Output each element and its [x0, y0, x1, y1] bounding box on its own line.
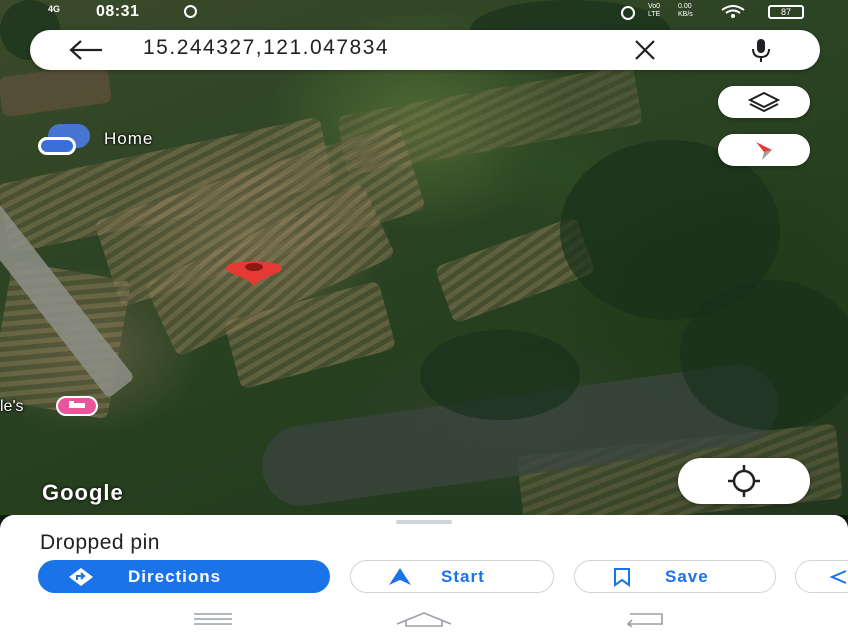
rice-field [337, 64, 643, 176]
crosshair-icon [728, 465, 760, 497]
directions-button[interactable]: Directions [38, 560, 330, 593]
save-button[interactable]: Save [574, 560, 776, 593]
current-location-dot [38, 137, 76, 155]
poi-label[interactable]: le's [0, 398, 24, 416]
compass-icon [756, 142, 772, 160]
system-nav-bar [0, 611, 848, 634]
dropped-pin-marker[interactable] [222, 256, 286, 288]
home-nav-icon[interactable] [394, 611, 454, 627]
forest [680, 280, 848, 430]
search-bar[interactable]: 15.244327,121.047834 [30, 30, 820, 70]
search-query[interactable]: 15.244327,121.047834 [143, 36, 389, 60]
share-icon [829, 570, 847, 584]
directions-icon [69, 568, 93, 586]
satellite-map[interactable]: Home le's Google [0, 0, 848, 515]
battery-level: 87 [780, 7, 791, 17]
place-title: Dropped pin [40, 531, 160, 554]
network-speed: 0.00 KB/s [678, 3, 693, 18]
google-logo: Google [42, 480, 124, 505]
status-bar: 4G 08:31 Vo0 LTE 0.00 KB/s 87 [0, 0, 848, 26]
save-label: Save [665, 566, 709, 586]
layers-button[interactable] [718, 86, 810, 118]
status-time: 08:31 [96, 3, 140, 20]
hotel-icon[interactable] [56, 396, 98, 416]
mic-icon[interactable] [748, 37, 774, 63]
my-location-button[interactable] [678, 458, 810, 504]
home-label[interactable]: Home [104, 129, 153, 149]
battery-icon: 87 [768, 5, 804, 19]
bookmark-icon [614, 568, 630, 587]
location-status-icon [621, 6, 635, 20]
network-indicator: 4G [48, 4, 61, 14]
forest [420, 330, 580, 420]
compass-button[interactable] [718, 134, 810, 166]
volte-indicator: Vo0 LTE [648, 3, 661, 18]
navigation-arrow-icon [389, 568, 411, 585]
layers-icon [748, 91, 780, 113]
start-button[interactable]: Start [350, 560, 554, 593]
clear-icon[interactable] [633, 39, 657, 61]
share-button[interactable] [795, 560, 848, 593]
drag-handle[interactable] [396, 520, 452, 524]
place-bottom-sheet[interactable]: Dropped pin Directions Start Save [0, 515, 848, 634]
menu-icon[interactable] [192, 611, 234, 627]
start-label: Start [441, 566, 485, 586]
back-arrow-icon[interactable] [68, 39, 104, 61]
back-nav-icon[interactable] [622, 611, 668, 627]
alarm-icon [184, 5, 197, 18]
brown-field [0, 62, 113, 118]
wifi-icon [721, 5, 745, 18]
directions-label: Directions [128, 566, 222, 586]
